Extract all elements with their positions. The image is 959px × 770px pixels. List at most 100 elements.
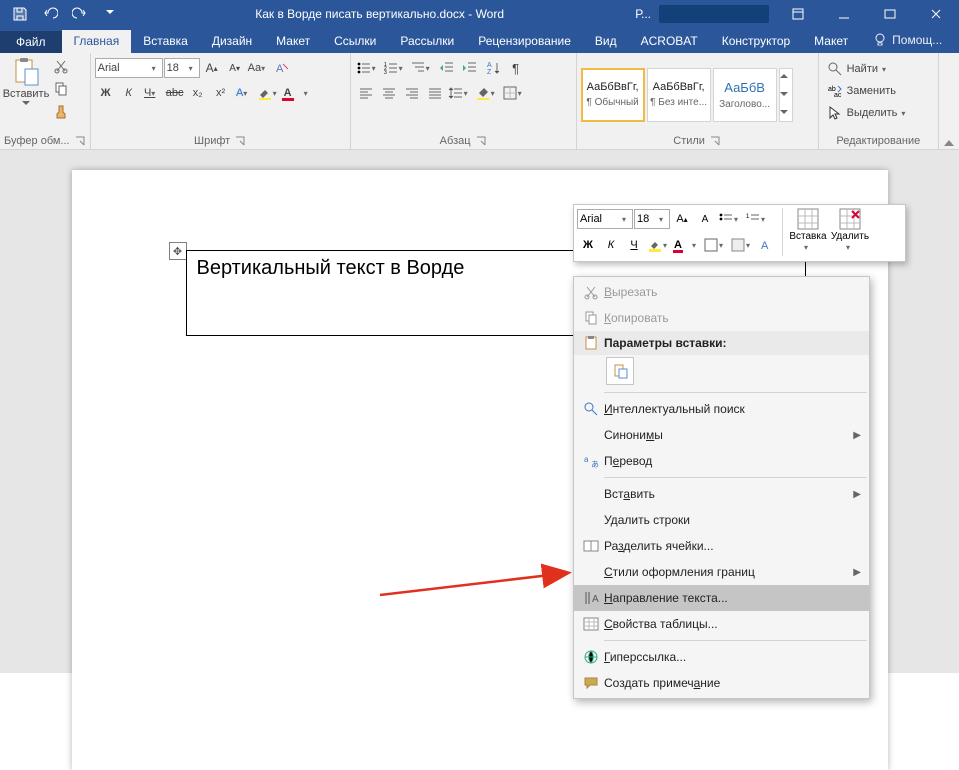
mini-font-size[interactable]: 18▾ — [634, 209, 670, 229]
align-center-button[interactable] — [378, 82, 400, 104]
mini-borders[interactable]: ▾ — [702, 234, 728, 256]
mini-numbering[interactable]: 1▾ — [744, 208, 770, 230]
strikethrough-button[interactable]: abc — [164, 82, 186, 104]
ctx-synonyms[interactable]: Синонимы▶ — [574, 422, 869, 448]
ctx-hyperlink[interactable]: Гиперссылка... — [574, 644, 869, 670]
style-no-spacing[interactable]: АаБбВвГг, ¶ Без инте... — [647, 68, 711, 122]
ctx-smart-lookup[interactable]: Интеллектуальный поиск — [574, 396, 869, 422]
find-button[interactable]: Найти▾ — [825, 59, 892, 79]
font-color-button[interactable]: A▾ — [283, 82, 313, 104]
save-button[interactable] — [6, 0, 34, 28]
bullets-button[interactable]: ▾ — [355, 57, 381, 79]
ribbon-options-button[interactable] — [775, 0, 821, 28]
account-area[interactable]: Р... — [629, 5, 775, 23]
ctx-translate[interactable]: aあПеревод — [574, 448, 869, 474]
tell-me[interactable]: Помощ... — [860, 28, 954, 53]
shading-button[interactable]: ▾ — [474, 82, 500, 104]
clear-formatting-button[interactable]: A — [271, 57, 293, 79]
collapse-ribbon-button[interactable] — [939, 53, 959, 149]
decrease-indent-button[interactable] — [436, 57, 458, 79]
mini-insert-table[interactable]: Вставка ▾ — [787, 208, 829, 258]
select-button[interactable]: Выделить▾ — [825, 103, 912, 123]
italic-button[interactable]: К — [118, 82, 140, 104]
align-right-button[interactable] — [401, 82, 423, 104]
ctx-text-direction[interactable]: AНаправление текста... — [574, 585, 869, 611]
align-right-icon — [404, 85, 420, 101]
borders-button[interactable]: ▾ — [501, 82, 527, 104]
shrink-font-button[interactable]: A▾ — [224, 57, 246, 79]
table-move-handle[interactable]: ✥ — [169, 242, 187, 260]
style-normal[interactable]: АаБбВвГг, ¶ Обычный — [581, 68, 645, 122]
tab-table-design[interactable]: Конструктор — [710, 30, 802, 53]
paste-keep-source[interactable] — [606, 357, 634, 385]
qat-customize-button[interactable] — [96, 0, 124, 28]
mini-italic[interactable]: К — [600, 234, 622, 256]
superscript-button[interactable]: x² — [210, 82, 232, 104]
ctx-copy[interactable]: Копировать — [574, 305, 869, 331]
ctx-insert[interactable]: Вставить▶ — [574, 481, 869, 507]
mini-styles[interactable]: A — [756, 234, 778, 256]
tab-mailings[interactable]: Рассылки — [388, 30, 466, 53]
increase-indent-button[interactable] — [459, 57, 481, 79]
tab-acrobat[interactable]: ACROBAT — [629, 30, 710, 53]
font-size-combo[interactable]: 18▾ — [164, 58, 200, 78]
style-heading1[interactable]: АаБбВ Заголово... — [713, 68, 777, 122]
mini-font-name[interactable]: Arial▾ — [577, 209, 633, 229]
mini-delete-table[interactable]: Удалить ▾ — [829, 208, 871, 258]
mini-underline[interactable]: Ч — [623, 234, 645, 256]
bold-button[interactable]: Ж — [95, 82, 117, 104]
redo-button[interactable] — [66, 0, 94, 28]
numbering-button[interactable]: 123▾ — [382, 57, 408, 79]
ctx-split-cells[interactable]: Разделить ячейки... — [574, 533, 869, 559]
justify-button[interactable] — [424, 82, 446, 104]
tab-layout[interactable]: Макет — [264, 30, 322, 53]
close-button[interactable] — [913, 0, 959, 28]
ctx-delete-rows[interactable]: Удалить строки — [574, 507, 869, 533]
ctx-border-styles[interactable]: Стили оформления границ▶ — [574, 559, 869, 585]
scissors-icon — [53, 58, 69, 74]
mini-font-color[interactable]: A▾ — [673, 234, 701, 256]
styles-gallery-more[interactable] — [779, 68, 793, 122]
maximize-button[interactable] — [867, 0, 913, 28]
tab-file[interactable]: Файл — [0, 31, 62, 53]
minimize-button[interactable] — [821, 0, 867, 28]
show-marks-button[interactable]: ¶ — [505, 57, 527, 79]
mini-shading[interactable]: ▾ — [729, 234, 755, 256]
paste-button[interactable]: Вставить — [4, 55, 48, 105]
dialog-launcher-icon[interactable] — [709, 135, 721, 147]
undo-button[interactable] — [36, 0, 64, 28]
ctx-cut[interactable]: Вырезать — [574, 279, 869, 305]
change-case-button[interactable]: Aa▾ — [247, 57, 270, 79]
format-painter-button[interactable] — [50, 101, 72, 123]
dialog-launcher-icon[interactable] — [74, 135, 86, 147]
replace-button[interactable]: abacЗаменить — [825, 81, 898, 101]
mini-bullets[interactable]: ▾ — [717, 208, 743, 230]
tab-references[interactable]: Ссылки — [322, 30, 388, 53]
subscript-button[interactable]: x₂ — [187, 82, 209, 104]
copy-button[interactable] — [50, 78, 72, 100]
tab-insert[interactable]: Вставка — [131, 30, 200, 53]
tab-table-layout[interactable]: Макет — [802, 30, 860, 53]
mini-shrink-font[interactable]: A — [694, 208, 716, 230]
dialog-launcher-icon[interactable] — [475, 135, 487, 147]
dialog-launcher-icon[interactable] — [234, 135, 246, 147]
ctx-table-props[interactable]: Свойства таблицы... — [574, 611, 869, 637]
cut-button[interactable] — [50, 55, 72, 77]
tab-design[interactable]: Дизайн — [200, 30, 264, 53]
sort-button[interactable]: AZ — [482, 57, 504, 79]
line-spacing-button[interactable]: ▾ — [447, 82, 473, 104]
mini-bold[interactable]: Ж — [577, 234, 599, 256]
align-left-button[interactable] — [355, 82, 377, 104]
mini-grow-font[interactable]: A▴ — [671, 208, 693, 230]
text-effects-button[interactable]: A▾ — [233, 82, 255, 104]
ctx-new-comment[interactable]: Создать примечание — [574, 670, 869, 696]
tab-home[interactable]: Главная — [62, 30, 132, 53]
font-name-combo[interactable]: Arial▾ — [95, 58, 163, 78]
tab-view[interactable]: Вид — [583, 30, 629, 53]
highlight-button[interactable]: ▾ — [256, 82, 282, 104]
grow-font-button[interactable]: A▴ — [201, 57, 223, 79]
multilevel-button[interactable]: ▾ — [409, 57, 435, 79]
mini-highlight[interactable]: ▾ — [646, 234, 672, 256]
underline-button[interactable]: Ч▾ — [141, 82, 163, 104]
tab-review[interactable]: Рецензирование — [466, 30, 583, 53]
